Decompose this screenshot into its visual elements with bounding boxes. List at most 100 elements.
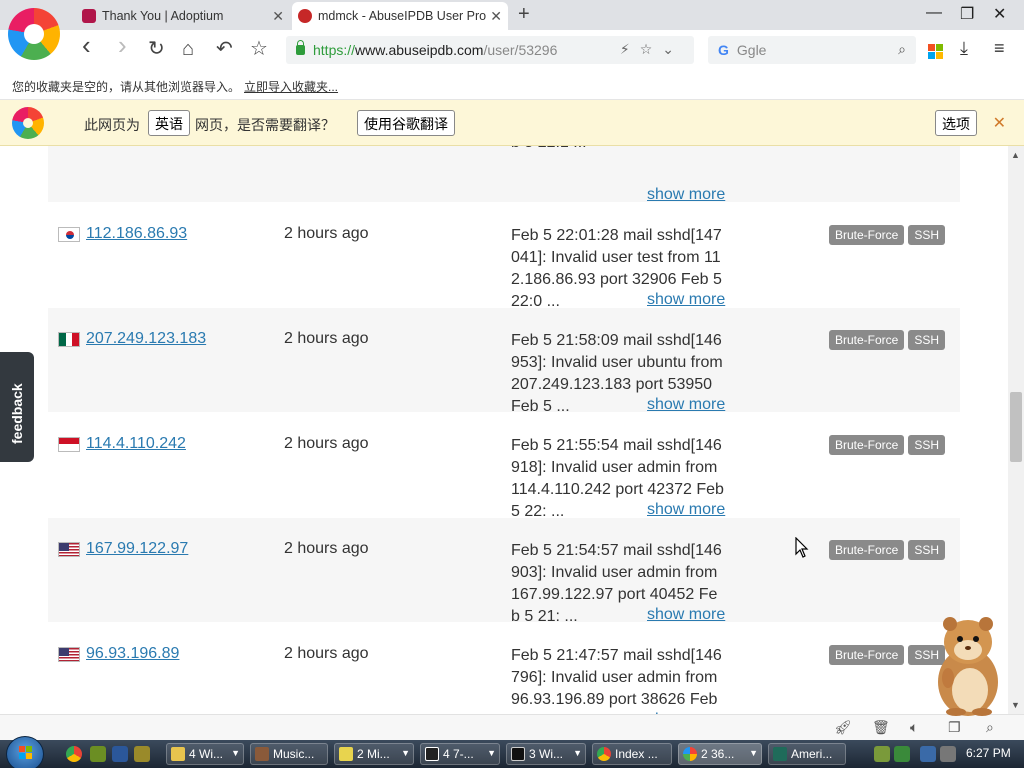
folder-icon	[171, 747, 185, 761]
restore-button[interactable]: ❐	[960, 4, 974, 24]
rocket-icon[interactable]: 🚀︎	[834, 719, 852, 736]
document-icon	[339, 747, 353, 761]
report-row: 96.93.196.89 2 hours ago Feb 5 21:47:57 ma…	[48, 623, 960, 714]
taskbar-item-terminal[interactable]: 3 Wi... ▼	[506, 743, 586, 765]
taskbar-item-document[interactable]: 2 Mi... ▼	[334, 743, 414, 765]
taskbar-item-music[interactable]: Music...	[250, 743, 328, 765]
category-badge[interactable]: SSH	[908, 435, 946, 455]
tab-adoptium[interactable]: Thank You | Adoptium ✕	[76, 2, 290, 30]
category-badge[interactable]: Brute-Force	[829, 645, 905, 665]
mouse-cursor-icon	[795, 537, 809, 558]
report-comment: Feb 5 21:47:57 mail sshd[146796]: Invali…	[511, 647, 722, 714]
show-more-link[interactable]: show more	[647, 501, 725, 519]
address-bar[interactable]: https:// www.abuseipdb.com /user/53296 ⚡…	[286, 36, 694, 64]
category-badge[interactable]: Brute-Force	[829, 330, 905, 350]
quicklaunch-icon[interactable]	[90, 746, 106, 762]
ip-cell: 167.99.122.97	[58, 540, 188, 558]
tab-close-icon[interactable]: ✕	[272, 8, 284, 25]
apps-icon[interactable]	[928, 44, 944, 60]
bookmark-star-button[interactable]: ☆	[250, 38, 268, 60]
tray-app-icon[interactable]	[874, 746, 890, 762]
language-button[interactable]: 英语	[148, 110, 190, 136]
report-time: 2 hours ago	[284, 645, 369, 662]
window-icon[interactable]: ❐	[948, 719, 961, 736]
report-categories: Brute-Force SSH	[829, 540, 946, 560]
tab-close-icon[interactable]: ✕	[490, 8, 502, 25]
category-badge[interactable]: SSH	[908, 225, 946, 245]
scroll-up-icon[interactable]: ▲	[1011, 150, 1020, 160]
zoom-icon[interactable]: ⌕	[986, 719, 994, 736]
taskbar-item-folder[interactable]: 4 Wi... ▼	[166, 743, 244, 765]
ip-cell: 207.249.123.183	[58, 330, 206, 348]
reports-table: 102]: Invalid user vadmin from 61.102.42…	[48, 146, 960, 714]
browser-status-bar: 🚀︎ 🗑︎ 🔈︎ ❐ ⌕	[0, 714, 1024, 740]
show-more-link[interactable]: show more	[647, 186, 725, 204]
back-button[interactable]: ‹	[82, 32, 91, 58]
adoptium-favicon-icon	[82, 9, 96, 23]
report-categories: Brute-Force SSH	[829, 435, 946, 455]
page-scrollbar[interactable]: ▲ ▼	[1008, 146, 1024, 714]
translate-options-button[interactable]: 选项	[935, 110, 977, 136]
translate-close-icon[interactable]: ✕	[993, 113, 1006, 133]
show-more-link[interactable]: show more	[647, 291, 725, 309]
tab-abuseipdb[interactable]: mdmck - AbuseIPDB User Pro ✕	[292, 2, 508, 30]
show-more-link[interactable]: show more	[647, 606, 725, 624]
search-input[interactable]: Ggle	[737, 42, 767, 58]
ip-address-link[interactable]: 114.4.110.242	[86, 435, 186, 453]
menu-icon[interactable]: ≡	[994, 38, 1005, 59]
ip-address-link[interactable]: 112.186.86.93	[86, 225, 187, 243]
report-categories: Brute-Force SSH	[829, 330, 946, 350]
taskbar-item-browser[interactable]: 2 36... ▼	[678, 743, 762, 765]
undo-close-tab-button[interactable]: ↶	[216, 38, 233, 60]
start-button[interactable]	[6, 736, 44, 768]
tab-title: Thank You | Adoptium	[102, 9, 224, 23]
ip-address-link[interactable]: 167.99.122.97	[86, 540, 188, 558]
report-row: 114.4.110.242 2 hours ago Feb 5 21:55:54 m…	[48, 413, 960, 520]
archive-icon	[425, 747, 439, 761]
report-categories: Brute-Force SSH	[829, 225, 946, 245]
chrome-quicklaunch-icon[interactable]	[66, 746, 82, 762]
scroll-down-icon[interactable]: ▼	[1011, 700, 1020, 710]
category-badge[interactable]: SSH	[908, 540, 946, 560]
volume-icon[interactable]: 🔈︎	[910, 719, 918, 736]
search-engine-icon: G	[718, 42, 729, 58]
report-time: 2 hours ago	[284, 435, 369, 452]
browser-logo-icon[interactable]	[8, 8, 60, 60]
address-bar-actions-icon[interactable]: ⚡☆⌄	[620, 41, 684, 58]
close-window-button[interactable]: ✕	[993, 4, 1006, 24]
tab-title: mdmck - AbuseIPDB User Pro	[318, 9, 487, 23]
taskbar-clock[interactable]: 6:27 PM	[966, 746, 1011, 760]
forward-button[interactable]: ›	[118, 32, 127, 58]
ip-address-link[interactable]: 96.93.196.89	[86, 645, 179, 663]
computer-quicklaunch-icon[interactable]	[112, 746, 128, 762]
quicklaunch-icon[interactable]	[134, 746, 150, 762]
show-more-link[interactable]: show more	[647, 396, 725, 414]
translate-prefix: 此网页为	[84, 117, 140, 133]
taskbar-item-chrome[interactable]: Index ...	[592, 743, 672, 765]
translate-button[interactable]: 使用谷歌翻译	[357, 110, 455, 136]
category-badge[interactable]: SSH	[908, 330, 946, 350]
import-bookmarks-link[interactable]: 立即导入收藏夹...	[244, 80, 338, 94]
download-icon[interactable]: ⤓	[960, 38, 968, 59]
new-tab-button[interactable]: +	[518, 3, 530, 26]
category-badge[interactable]: Brute-Force	[829, 435, 905, 455]
tab-bar: Thank You | Adoptium ✕ mdmck - AbuseIPDB…	[0, 0, 1024, 30]
country-flag-icon	[58, 226, 80, 242]
volume-muted-icon[interactable]	[940, 746, 956, 762]
taskbar-item-app[interactable]: Ameri...	[768, 743, 846, 765]
search-icon[interactable]: ⌕	[898, 41, 906, 58]
category-badge[interactable]: Brute-Force	[829, 540, 905, 560]
category-badge[interactable]: Brute-Force	[829, 225, 905, 245]
tray-app-icon[interactable]	[894, 746, 910, 762]
home-button[interactable]: ⌂	[182, 38, 194, 60]
search-box[interactable]: G Ggle ⌕	[708, 36, 916, 64]
ip-address-link[interactable]: 207.249.123.183	[86, 330, 206, 348]
taskbar-item-archive[interactable]: 4 7-... ▼	[420, 743, 500, 765]
trash-icon[interactable]: 🗑︎	[872, 719, 890, 736]
network-icon[interactable]	[920, 746, 936, 762]
minimize-button[interactable]: —	[926, 4, 942, 22]
reload-button[interactable]: ↻	[148, 38, 165, 60]
scroll-thumb[interactable]	[1010, 392, 1022, 462]
feedback-label: feedback	[9, 383, 25, 444]
feedback-tab[interactable]: feedback	[0, 352, 34, 462]
